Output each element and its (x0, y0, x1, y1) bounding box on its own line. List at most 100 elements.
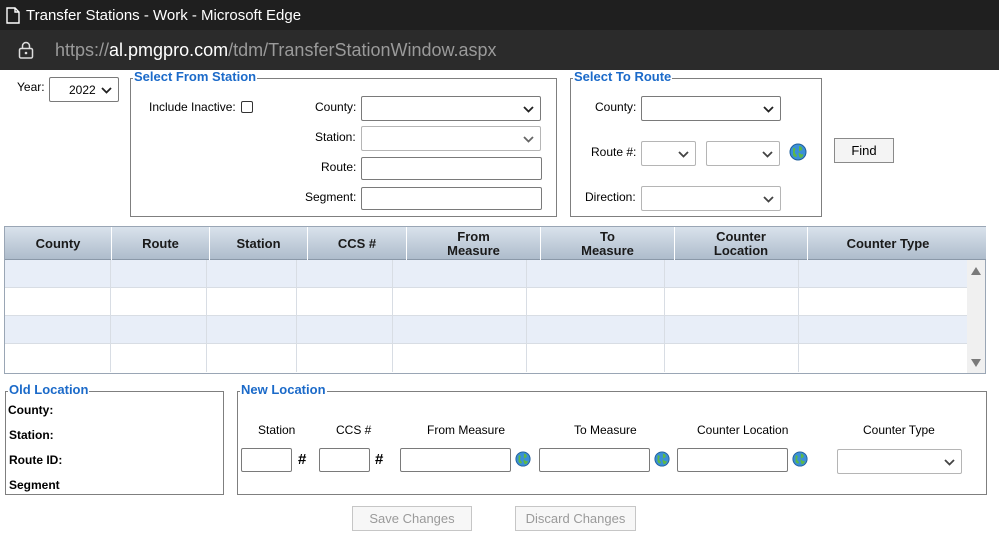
chevron-down-icon (678, 150, 689, 158)
new-to-measure-input[interactable] (539, 448, 650, 472)
ccs-hash-label: # (375, 451, 384, 468)
from-station-label: Station: (315, 130, 356, 144)
include-inactive-checkbox[interactable] (241, 101, 253, 113)
new-counter-location-label: Counter Location (697, 423, 789, 437)
new-from-measure-input[interactable] (400, 448, 511, 472)
new-counter-type-select[interactable] (837, 449, 962, 474)
column-header-ccs[interactable]: CCS # (308, 227, 407, 260)
table-cell (393, 316, 527, 344)
discard-changes-button[interactable]: Discard Changes (515, 506, 636, 531)
include-inactive-label: Include Inactive: (149, 100, 236, 114)
table-cell (393, 344, 527, 372)
table-row[interactable] (5, 344, 968, 372)
chevron-down-icon (763, 105, 774, 113)
table-cell (799, 260, 968, 288)
from-route-label: Route: (321, 160, 357, 174)
from-county-label: County: (315, 100, 357, 114)
table-row[interactable] (5, 288, 968, 316)
lock-icon[interactable] (18, 41, 34, 59)
old-location-legend: Old Location (8, 382, 90, 397)
scroll-up-icon[interactable] (970, 266, 982, 276)
new-station-label: Station (258, 423, 296, 437)
chevron-down-icon (762, 150, 773, 158)
to-route-number-select-1[interactable] (641, 141, 696, 166)
table-cell (527, 260, 665, 288)
table-cell (527, 344, 665, 372)
table-cell (111, 288, 207, 316)
url-path: /tdm/TransferStationWindow.aspx (228, 39, 497, 60)
column-header-from-measure[interactable]: From Measure (407, 227, 541, 260)
chevron-down-icon (101, 86, 112, 94)
table-cell (111, 260, 207, 288)
old-route-id-label: Route ID: (9, 453, 63, 467)
new-counter-type-label: Counter Type (863, 423, 935, 437)
page-icon (6, 6, 20, 24)
year-value: 2022 (69, 82, 96, 97)
table-cell (111, 344, 207, 372)
chevron-down-icon (763, 195, 774, 203)
save-changes-button[interactable]: Save Changes (352, 506, 472, 531)
table-cell (527, 316, 665, 344)
new-station-input[interactable] (241, 448, 292, 472)
table-cell (297, 316, 393, 344)
table-cell (5, 288, 111, 316)
to-direction-select[interactable] (641, 186, 781, 211)
from-station-select[interactable] (361, 126, 541, 151)
url-text[interactable]: https://al.pmgpro.com/tdm/TransferStatio… (55, 40, 497, 61)
grid-header-scroll-corner (968, 227, 986, 260)
column-header-counter-location[interactable]: Counter Location (675, 227, 808, 260)
table-cell (207, 316, 297, 344)
column-header-station[interactable]: Station (210, 227, 308, 260)
from-county-select[interactable] (361, 96, 541, 121)
column-header-to-measure[interactable]: To Measure (541, 227, 675, 260)
stations-grid: County Route Station CCS # From Measure … (4, 226, 986, 374)
old-county-label: County: (8, 403, 54, 417)
table-row[interactable] (5, 316, 968, 344)
column-header-counter-type[interactable]: Counter Type (808, 227, 968, 260)
table-cell (665, 316, 799, 344)
from-route-input[interactable] (361, 157, 542, 180)
table-cell (393, 288, 527, 316)
column-header-county[interactable]: County (5, 227, 112, 260)
to-route-number-label: Route #: (591, 145, 637, 159)
new-location-fieldset (237, 391, 987, 495)
year-label: Year: (17, 80, 45, 94)
grid-header: County Route Station CCS # From Measure … (5, 227, 968, 260)
old-segment-label: Segment (9, 478, 60, 492)
year-select[interactable]: 2022 (49, 77, 119, 102)
table-cell (297, 288, 393, 316)
globe-icon[interactable] (654, 451, 670, 467)
globe-icon[interactable] (792, 451, 808, 467)
chevron-down-icon (523, 135, 534, 143)
globe-icon[interactable] (515, 451, 531, 467)
from-segment-input[interactable] (361, 187, 542, 210)
station-hash-label: # (298, 451, 307, 468)
new-to-measure-label: To Measure (574, 423, 637, 437)
scroll-down-icon[interactable] (970, 358, 982, 368)
chevron-down-icon (523, 105, 534, 113)
address-bar[interactable]: https://al.pmgpro.com/tdm/TransferStatio… (0, 30, 999, 70)
new-counter-location-input[interactable] (677, 448, 788, 472)
new-ccs-input[interactable] (319, 448, 370, 472)
column-header-route[interactable]: Route (112, 227, 210, 260)
globe-icon[interactable] (789, 143, 807, 161)
to-route-legend: Select To Route (573, 69, 673, 84)
table-cell (297, 344, 393, 372)
find-button[interactable]: Find (834, 138, 894, 163)
new-from-measure-label: From Measure (427, 423, 506, 437)
url-host: al.pmgpro.com (109, 39, 229, 60)
table-cell (799, 288, 968, 316)
table-cell (297, 260, 393, 288)
table-cell (799, 344, 968, 372)
old-station-label: Station: (9, 428, 54, 442)
new-location-legend: New Location (240, 382, 327, 397)
to-county-select[interactable] (641, 96, 781, 121)
table-cell (5, 344, 111, 372)
table-row[interactable] (5, 260, 968, 288)
to-county-label: County: (595, 100, 637, 114)
grid-scrollbar[interactable] (967, 260, 985, 373)
table-cell (207, 344, 297, 372)
table-cell (207, 288, 297, 316)
to-route-number-select-2[interactable] (706, 141, 780, 166)
table-cell (111, 316, 207, 344)
